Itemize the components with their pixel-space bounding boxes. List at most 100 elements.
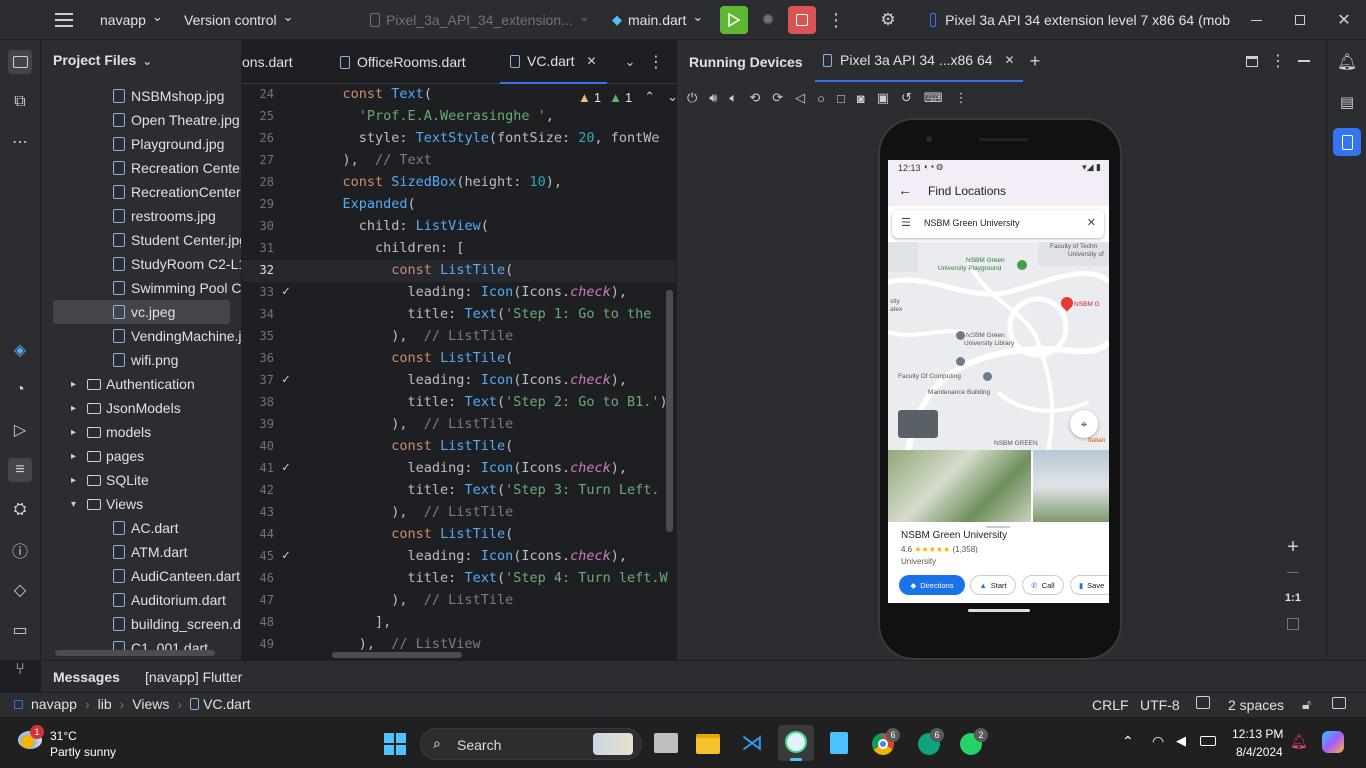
- editor-horizontal-scrollbar[interactable]: [332, 652, 462, 658]
- breadcrumb-item[interactable]: VC.dart: [203, 696, 250, 712]
- code-line[interactable]: 32 const ListTile(: [242, 260, 676, 282]
- volume-down-icon[interactable]: 🔈︎: [730, 90, 738, 106]
- map-view[interactable]: Faculty of Techn University of NSBM Gree…: [888, 242, 1109, 452]
- tree-file[interactable]: RecreationCenter2: [41, 180, 241, 204]
- git-icon[interactable]: ⑂: [8, 658, 32, 682]
- tree-horizontal-scrollbar[interactable]: [55, 650, 215, 656]
- chevron-right-icon[interactable]: ▸: [71, 427, 81, 438]
- zoom-actual-size[interactable]: 1:1: [1281, 586, 1305, 610]
- flutter-inspector-icon[interactable]: ◈: [8, 338, 32, 362]
- file-explorer-icon[interactable]: [696, 734, 720, 754]
- add-device-icon[interactable]: +: [1025, 51, 1045, 71]
- tree-file[interactable]: Auditorium.dart: [41, 588, 241, 612]
- line-separator[interactable]: CRLF: [1092, 697, 1129, 713]
- call-button[interactable]: ✆ Call: [1022, 575, 1064, 595]
- code-line[interactable]: 42 title: Text('Step 3: Turn Left.: [242, 480, 676, 502]
- tree-file[interactable]: C1_001.dart: [41, 636, 241, 660]
- restore-icon[interactable]: [1290, 10, 1310, 30]
- code-line[interactable]: 35 ), // ListTile: [242, 326, 676, 348]
- start-button[interactable]: [384, 733, 406, 755]
- code-line[interactable]: 36 const ListTile(: [242, 348, 676, 370]
- street-view-thumbnail[interactable]: [898, 410, 938, 438]
- code-line[interactable]: 27 ), // Text: [242, 150, 676, 172]
- map-pin-icon[interactable]: [956, 331, 965, 340]
- notepad-icon[interactable]: [830, 732, 848, 754]
- vscode-icon[interactable]: ⋊: [740, 731, 764, 755]
- tree-file[interactable]: Playground.jpg: [41, 132, 241, 156]
- notifications-icon[interactable]: 🔔︎: [1335, 50, 1359, 74]
- performance-icon[interactable]: ◔: [8, 378, 32, 402]
- indent-setting[interactable]: 2 spaces: [1228, 697, 1284, 713]
- code-line[interactable]: 45 ✓ leading: Icon(Icons.check),: [242, 546, 676, 568]
- tab-ons-dart[interactable]: ons.dart: [242, 40, 293, 84]
- app-inspection-icon[interactable]: ⛭: [8, 498, 32, 522]
- code-line[interactable]: 31 children: [: [242, 238, 676, 260]
- breadcrumb-item[interactable]: Views: [132, 696, 169, 712]
- code-line[interactable]: 25 'Prof.E.A.Weerasinghe ',: [242, 106, 676, 128]
- tree-file[interactable]: AudiCanteen.dart: [41, 564, 241, 588]
- search-input[interactable]: NSBM Green University: [924, 218, 1020, 228]
- tree-file[interactable]: AC.dart: [41, 516, 241, 540]
- code-line[interactable]: 41 ✓ leading: Icon(Icons.check),: [242, 458, 676, 480]
- gesture-bar[interactable]: [968, 609, 1030, 612]
- power-icon[interactable]: ⏻: [687, 90, 697, 106]
- code-area[interactable]: 24 const Text(25 'Prof.E.A.Weerasinghe '…: [242, 84, 676, 660]
- back-arrow-icon[interactable]: ←: [898, 182, 912, 198]
- chevron-right-icon[interactable]: ▸: [71, 475, 81, 486]
- editor-vertical-scrollbar[interactable]: [666, 290, 673, 532]
- tree-file[interactable]: Recreation Center: [41, 156, 241, 180]
- place-photo[interactable]: [888, 450, 1031, 522]
- chevron-right-icon[interactable]: ▸: [71, 451, 81, 462]
- tree-file[interactable]: VendingMachine.jp: [41, 324, 241, 348]
- map-pin-icon[interactable]: [1017, 260, 1027, 270]
- gem-icon[interactable]: ◇: [8, 578, 32, 602]
- code-line[interactable]: 34 title: Text('Step 1: Go to the: [242, 304, 676, 326]
- code-line[interactable]: 26 style: TextStyle(fontSize: 20, fontWe: [242, 128, 676, 150]
- screen-record-icon[interactable]: ▣: [877, 90, 889, 106]
- tree-file[interactable]: wifi.png: [41, 348, 241, 372]
- problems-icon[interactable]: ⓘ: [8, 538, 32, 562]
- running-devices-icon[interactable]: [1333, 128, 1361, 156]
- tree-file[interactable]: building_screen.da: [41, 612, 241, 636]
- run-config-selector[interactable]: ◆ main.dart: [612, 0, 703, 40]
- tree-file[interactable]: vc.jpeg: [53, 300, 230, 324]
- tab-officerooms-dart[interactable]: OfficeRooms.dart: [340, 40, 466, 84]
- panel-options-icon[interactable]: ⋮: [1269, 52, 1287, 70]
- sheet-handle[interactable]: [986, 526, 1010, 528]
- tab-list-chevron-icon[interactable]: ⌄: [620, 52, 640, 72]
- code-line[interactable]: 33 ✓ leading: Icon(Icons.check),: [242, 282, 676, 304]
- lock-icon[interactable]: 🔓︎: [1302, 696, 1311, 713]
- code-line[interactable]: 43 ), // ListTile: [242, 502, 676, 524]
- search-bar[interactable]: ☰ NSBM Green University ✕: [892, 210, 1104, 238]
- close-window-icon[interactable]: ✕: [1334, 10, 1354, 30]
- weather-widget[interactable]: 1 31°C Partly sunny: [16, 725, 126, 761]
- project-folder-icon[interactable]: [8, 50, 32, 74]
- code-line[interactable]: 44 const ListTile(: [242, 524, 676, 546]
- code-line[interactable]: 38 title: Text('Step 2: Go to B1.'): [242, 392, 676, 414]
- tree-file[interactable]: ATM.dart: [41, 540, 241, 564]
- phone-screen[interactable]: 12:13 ◐ ▪ ◍ ▾◢ ▮ ← Find Locations ☰ NSBM…: [888, 160, 1109, 603]
- code-line[interactable]: 40 const ListTile(: [242, 436, 676, 458]
- project-panel-title[interactable]: Project Files ⌄: [53, 52, 152, 68]
- bug-icon[interactable]: ⚙: [876, 8, 900, 32]
- back-icon[interactable]: ◁: [795, 90, 805, 106]
- tree-file[interactable]: restrooms.jpg: [41, 204, 241, 228]
- code-line[interactable]: 46 title: Text('Step 4: Turn left.W: [242, 568, 676, 590]
- device-selector[interactable]: Pixel 3a API 34 extension level 7 x86 64…: [930, 0, 1230, 40]
- hide-panel-icon[interactable]: [1295, 52, 1313, 70]
- run-button[interactable]: [720, 6, 748, 34]
- volume-up-icon[interactable]: 🔊︎: [709, 90, 717, 106]
- zoom-out-icon[interactable]: [1281, 560, 1305, 584]
- tree-folder[interactable]: ▸ Authentication: [41, 372, 241, 396]
- flutter-run-tab[interactable]: [navapp] Flutter: [145, 669, 242, 685]
- tree-folder[interactable]: ▸ SQLite: [41, 468, 241, 492]
- chevron-down-icon[interactable]: ▾: [71, 499, 81, 510]
- stop-button[interactable]: [788, 6, 816, 34]
- android-studio-icon[interactable]: [778, 725, 814, 761]
- screenshot-icon[interactable]: ◙: [857, 91, 865, 106]
- code-line[interactable]: 24 const Text(: [242, 84, 676, 106]
- snapshot-icon[interactable]: ↺: [901, 90, 912, 106]
- tree-file[interactable]: Swimming Pool Co: [41, 276, 241, 300]
- terminal-icon[interactable]: ▭: [8, 618, 32, 642]
- close-tab-icon[interactable]: ✕: [586, 54, 596, 68]
